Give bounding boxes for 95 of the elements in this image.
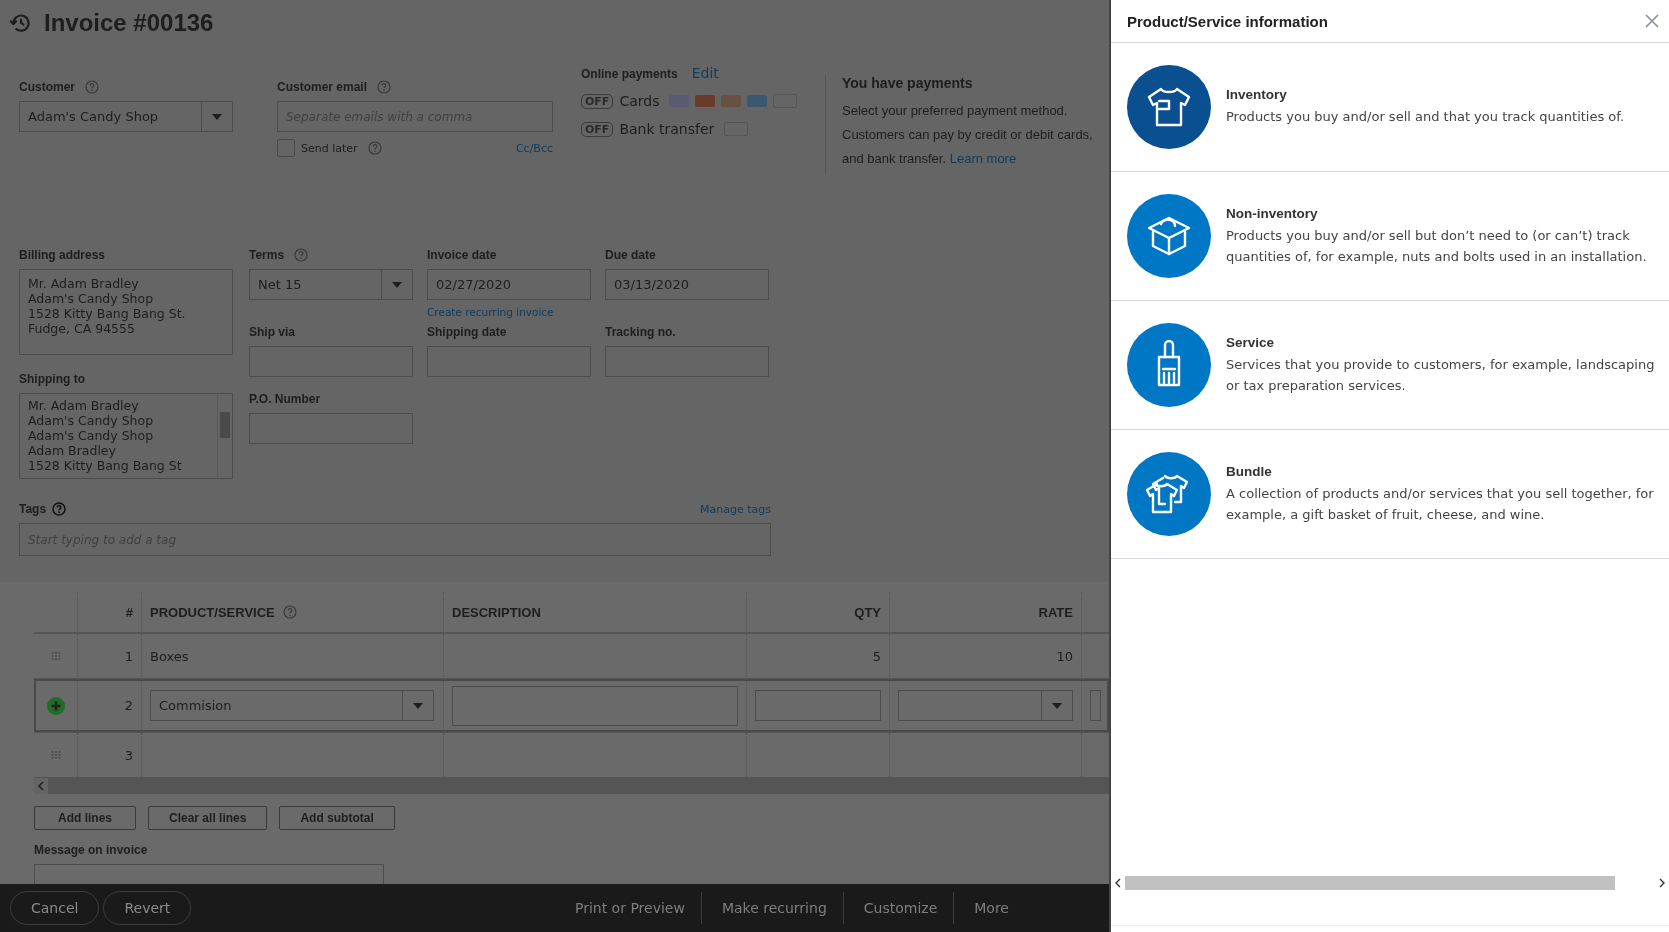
product-dropdown[interactable]: Commision [150,690,434,721]
field-label: Shipping to [19,372,85,386]
checkbox-label: Send later [301,141,358,155]
tracking-number-field[interactable] [605,346,769,377]
caret-icon [392,281,402,288]
footer-link[interactable]: Make recurring [705,892,844,924]
help-icon[interactable] [52,502,67,516]
help-icon[interactable] [282,605,297,619]
payment-toggle[interactable]: OFF [581,93,614,109]
scroll-left-icon[interactable] [1115,878,1121,888]
option-description: A collection of products and/or services that you sell together, for example, a gift basket of fruit, cheese, and wine. [1226,484,1655,524]
card-logo-icon [695,95,716,107]
field-label: Terms [249,248,285,262]
learn-more-link[interactable]: Learn more [949,151,1017,166]
field-label: P.O. Number [249,392,321,406]
column-header: PRODUCT/SERVICE [150,604,275,620]
field-label: Tags [19,501,47,517]
option-title: Inventory [1226,87,1288,102]
card-logo-icon [721,95,742,107]
option-description: Products you buy and/or sell and that you track quantities of. [1226,108,1625,126]
option-title: Service [1226,334,1276,350]
option-description: Products you buy and/or sell but don’t need to (or can’t) track quantities of, for example, nuts and bolts used in an installation. [1226,226,1648,266]
table-cell: 10 [1056,648,1073,664]
billing-address-field[interactable]: Mr. Adam Bradley Adam's Candy Shop 1528 Kitty Bang Bang St. Fudge, CA 94555 [19,269,233,355]
caret-icon [1052,702,1062,709]
add-icon[interactable] [46,696,65,715]
table-cell: 5 [872,648,881,664]
scrollbar[interactable] [217,394,232,478]
close-icon[interactable] [1645,14,1659,28]
field-label: Due date [605,248,656,262]
cc-bcc-link[interactable]: Cc/Bcc [515,141,553,155]
ship-via-field[interactable] [249,346,413,377]
field-label: Ship via [249,325,295,339]
invoice-title: Invoice #00136 [44,9,214,37]
field-label: Tracking no. [605,325,676,339]
help-icon[interactable] [294,248,309,262]
scroll-right-icon[interactable] [1659,878,1665,888]
option-title: Bundle [1226,463,1273,479]
payments-text: Select your preferred payment method. Customers can pay by credit or debit cards, and bank transfer. Learn more [842,102,1094,168]
row-number: 2 [78,679,142,732]
horizontal-scrollbar[interactable] [34,778,1109,794]
edit-link[interactable]: Edit [691,65,719,81]
panel-title: Product/Service information [1127,12,1328,30]
line-button[interactable]: Add subtotal [279,806,395,830]
column-header: DESCRIPTION [444,592,747,632]
help-icon[interactable] [85,80,99,94]
customer-dropdown[interactable]: Adam's Candy Shop [19,101,233,132]
column-header: QTY [747,592,890,632]
field-label: Online payments [581,67,678,81]
field-label: Shipping date [427,325,507,339]
shipping-date-field[interactable] [427,346,591,377]
option-description: Services that you provide to customers, for example, landscaping or tax preparation services. [1226,355,1656,395]
card-logo-icon [747,95,768,107]
line-button[interactable]: Clear all lines [148,806,268,830]
rate-dropdown[interactable] [898,690,1073,721]
field-label: Billing address [19,248,106,262]
po-number-field[interactable] [249,413,413,444]
send-later-checkbox[interactable] [277,139,295,157]
table-field[interactable] [1090,690,1101,721]
payments-title: You have payments [842,75,974,91]
manage-tags-link[interactable]: Manage tags [700,502,771,516]
help-icon[interactable] [377,80,392,94]
field-label: Customer [19,80,75,94]
caret-icon [212,113,222,120]
quantity-field[interactable] [755,690,881,721]
terms-dropdown[interactable]: Net 15 [249,269,413,300]
help-icon[interactable] [367,141,382,155]
column-header: # [78,592,142,632]
invoice-date-field[interactable]: 02/27/2020 [427,269,591,300]
caret-icon [413,702,423,709]
footer-link[interactable]: Customize [847,892,955,924]
description-field[interactable] [452,685,738,726]
field-label: Message on invoice [34,843,148,857]
field-label: Customer email [277,80,368,94]
line-button[interactable]: Add lines [34,806,136,830]
product-type-option[interactable]: Bundle A collection of products and/or services that you sell together, for example, a gift basket of fruit, cheese, and wine. [1111,430,1669,559]
product-type-option[interactable]: Non-inventory Products you buy and/or sell but don’t need to (or can’t) track quantities of, for example, nuts and bolts used in an installation. [1111,172,1669,301]
create-recurring-link[interactable]: Create recurring invoice [427,306,591,320]
due-date-field[interactable]: 03/13/2020 [605,269,769,300]
product-type-option[interactable]: Service Services that you provide to customers, for example, landscaping or tax preparation services. [1111,301,1669,430]
footer-link[interactable]: Print or Preview [558,892,702,924]
option-title: Non-inventory [1226,205,1319,221]
drag-handle-icon[interactable] [50,651,61,661]
row-number: 3 [78,733,142,777]
payment-method-label: Bank transfer [619,121,715,137]
payment-method-label: Cards [619,93,660,109]
drag-handle-icon[interactable] [50,750,61,760]
shipping-address-field[interactable]: Mr. Adam Bradley Adam's Candy Shop Adam's Candy Shop Adam Bradley 1528 Kitty Bang Bang St [19,393,233,479]
column-header: RATE [890,592,1082,632]
footer-link[interactable]: More [958,892,1099,924]
field-label: Invoice date [427,248,497,262]
table-cell: Boxes [150,648,189,664]
product-type-option[interactable]: Inventory Products you buy and/or sell and that you track quantities of. [1111,43,1669,172]
row-number: 1 [78,634,142,678]
payment-toggle[interactable]: OFF [581,121,614,137]
